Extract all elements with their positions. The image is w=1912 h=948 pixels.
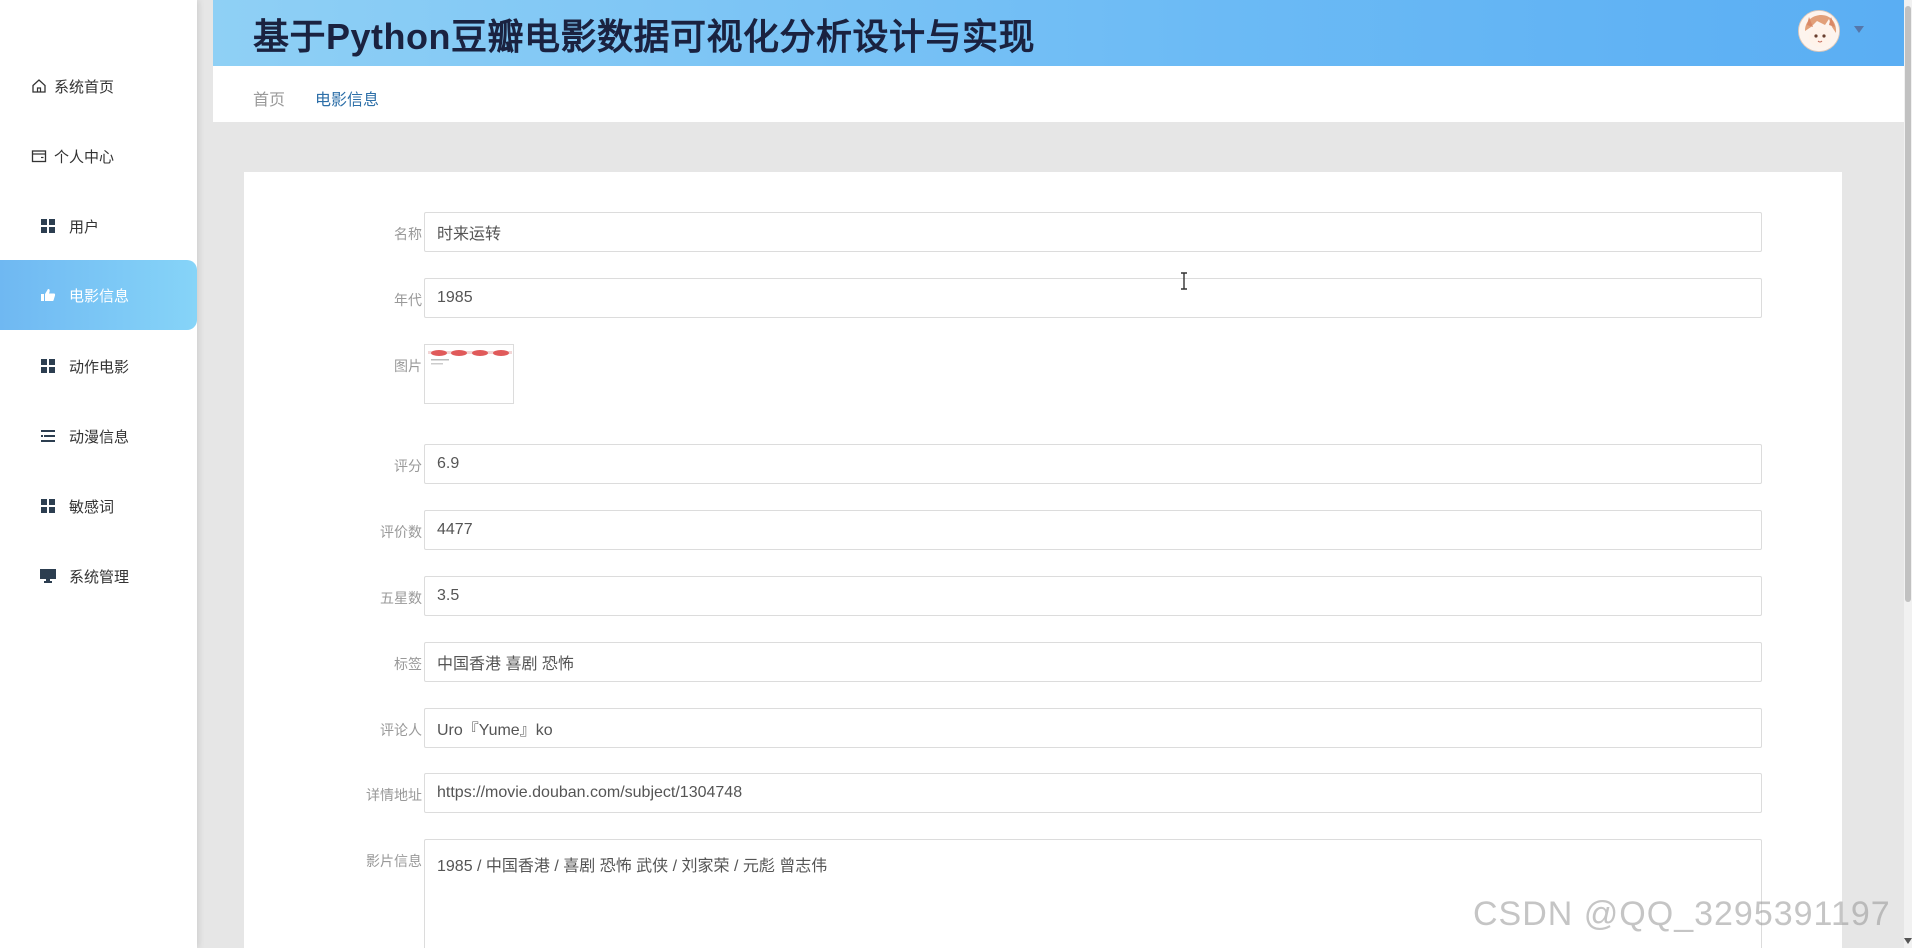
home-icon bbox=[30, 77, 48, 95]
sidebar-item-action-movies[interactable]: 动作电影 bbox=[0, 331, 197, 401]
sidebar-item-users[interactable]: 用户 bbox=[0, 191, 197, 261]
grid-icon bbox=[39, 497, 57, 515]
sidebar-item-label: 动漫信息 bbox=[69, 427, 130, 446]
rating-field[interactable]: 6.9 bbox=[424, 444, 1762, 484]
avatar[interactable] bbox=[1798, 10, 1840, 52]
sidebar-item-system[interactable]: 系统管理 bbox=[0, 541, 197, 611]
sidebar-item-label: 个人中心 bbox=[54, 147, 115, 166]
field-label: 标签 bbox=[394, 657, 422, 673]
five-star-field[interactable]: 3.5 bbox=[424, 576, 1762, 616]
review-count-field[interactable]: 4477 bbox=[424, 510, 1762, 550]
sidebar-item-label: 动作电影 bbox=[69, 357, 130, 376]
top-header: 基于Python豆瓣电影数据可视化分析设计与实现 bbox=[213, 0, 1904, 66]
scroll-down-arrow-icon[interactable] bbox=[1904, 938, 1912, 944]
sidebar: 系统首页 个人中心 用户 电影信息 动作电影 动漫信息 敏感词 系统管理 bbox=[0, 0, 197, 948]
breadcrumb-home[interactable]: 首页 bbox=[253, 86, 285, 110]
sidebar-item-profile[interactable]: 个人中心 bbox=[0, 121, 197, 191]
field-label: 影片信息 bbox=[366, 854, 422, 870]
breadcrumb: 首页 电影信息 bbox=[213, 66, 1904, 123]
sidebar-item-label: 电影信息 bbox=[69, 286, 130, 305]
field-label: 评分 bbox=[394, 459, 422, 475]
field-label: 评价数 bbox=[380, 525, 422, 541]
scrollbar-thumb[interactable] bbox=[1905, 6, 1911, 602]
movie-image-thumbnail[interactable] bbox=[424, 344, 514, 404]
field-label: 名称 bbox=[394, 227, 422, 243]
monitor-icon bbox=[39, 567, 57, 585]
sidebar-item-anime[interactable]: 动漫信息 bbox=[0, 401, 197, 471]
reviewer-field[interactable]: Uro『Yume』ko bbox=[424, 708, 1762, 748]
sidebar-item-label: 系统管理 bbox=[69, 567, 130, 586]
field-label: 评论人 bbox=[380, 723, 422, 739]
sidebar-item-movies[interactable]: 电影信息 bbox=[0, 260, 197, 330]
field-label: 五星数 bbox=[380, 591, 422, 607]
thumb-icon bbox=[39, 286, 57, 304]
watermark: CSDN @QQ_3295391197 bbox=[1473, 895, 1891, 933]
wallet-icon bbox=[30, 147, 48, 165]
sidebar-item-label: 用户 bbox=[69, 217, 100, 236]
field-label: 年代 bbox=[394, 293, 422, 309]
tags-field[interactable]: 中国香港 喜剧 恐怖 bbox=[424, 642, 1762, 682]
name-field[interactable]: 时来运转 bbox=[424, 212, 1762, 252]
sidebar-item-home[interactable]: 系统首页 bbox=[0, 51, 197, 121]
text-cursor-icon bbox=[1181, 272, 1187, 290]
detail-url-field[interactable]: https://movie.douban.com/subject/1304748 bbox=[424, 773, 1762, 813]
grid-icon bbox=[39, 357, 57, 375]
app-title: 基于Python豆瓣电影数据可视化分析设计与实现 bbox=[253, 16, 1035, 57]
sidebar-item-sensitive-words[interactable]: 敏感词 bbox=[0, 471, 197, 541]
breadcrumb-current: 电影信息 bbox=[315, 90, 380, 109]
list-icon bbox=[39, 427, 57, 445]
year-field[interactable]: 1985 bbox=[424, 278, 1762, 318]
sidebar-item-label: 敏感词 bbox=[69, 497, 115, 516]
sidebar-item-label: 系统首页 bbox=[54, 77, 115, 96]
grid-icon bbox=[39, 217, 57, 235]
field-label: 图片 bbox=[394, 359, 422, 375]
field-label: 详情地址 bbox=[366, 788, 422, 804]
movie-detail-form: 名称 时来运转 年代 1985 图片 评分 6.9 评价数 4477 五星数 3… bbox=[244, 172, 1842, 948]
chevron-down-icon[interactable] bbox=[1854, 26, 1864, 33]
